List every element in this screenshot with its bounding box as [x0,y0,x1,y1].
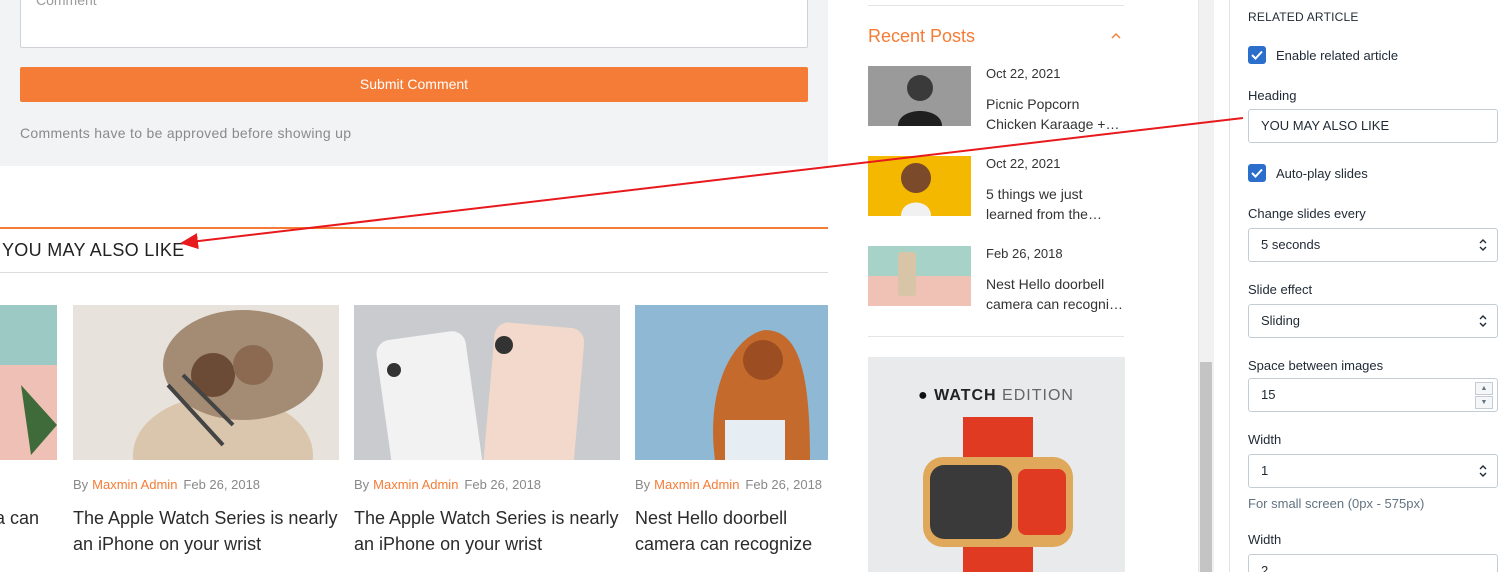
recent-post-date: Feb 26, 2018 [986,246,1063,261]
recent-post-title[interactable]: Nest Hello doorbell camera can recogni… [986,274,1126,314]
recent-post-date: Oct 22, 2021 [986,66,1061,81]
recent-post-image[interactable] [868,156,971,216]
enable-related-checkbox[interactable] [1248,46,1266,64]
author-link[interactable]: Maxmin Admin [92,477,177,492]
select-arrows-icon [1479,465,1487,477]
related-card-title[interactable]: a can [0,505,39,557]
preview-scrollbar-thumb[interactable] [1200,362,1212,572]
related-card-image[interactable] [0,305,57,460]
related-card[interactable]: a can [0,305,57,572]
width-select[interactable]: 1 [1248,454,1498,488]
slide-effect-value: Sliding [1261,313,1301,328]
related-card-image[interactable] [73,305,339,460]
select-arrows-icon [1479,315,1487,327]
author-link[interactable]: Maxmin Admin [654,477,739,492]
recent-post-item[interactable]: Oct 22, 2021 Picnic Popcorn Chicken Kara… [868,66,1128,136]
heading-input[interactable]: YOU MAY ALSO LIKE [1248,109,1498,143]
settings-panel: RELATED ARTICLE Enable related article H… [1229,0,1510,572]
width-select-2[interactable]: 2 [1248,554,1498,572]
post-date: Feb 26, 2018 [183,477,261,492]
related-divider-bottom [0,272,828,273]
space-number-input[interactable]: 15 ▲ ▼ [1248,378,1498,412]
space-value: 15 [1261,387,1276,402]
recent-post-title[interactable]: 5 things we just learned from the… [986,184,1126,224]
related-card[interactable]: By Maxmin Admin Feb 26, 2018 Nest Hello do… [635,305,828,572]
related-card-title[interactable]: The Apple Watch Series is nearly an iPho… [354,505,620,557]
space-label: Space between images [1248,358,1384,373]
post-date: Feb 26, 2018 [745,477,823,492]
stepper-up-icon[interactable]: ▲ [1475,382,1493,395]
sidebar-divider [868,5,1124,6]
enable-related-label: Enable related article [1276,47,1399,63]
related-card-meta: By Maxmin Admin Feb 26, 2018 [73,477,260,492]
submit-comment-button[interactable]: Submit Comment [20,67,808,102]
byline-prefix: By [73,477,89,492]
related-card[interactable]: By Maxmin Admin Feb 26, 2018 The Apple Wat… [73,305,339,572]
recent-post-item[interactable]: Oct 22, 2021 5 things we just learned fr… [868,156,1128,226]
comment-textarea[interactable]: Comment [20,0,808,48]
related-card-image[interactable] [354,305,620,460]
recent-post-title[interactable]: Picnic Popcorn Chicken Karaage +… [986,94,1126,134]
watch-image [923,417,1073,572]
apple-watch-ad-banner[interactable]: ● WATCH EDITION [868,357,1125,572]
select-arrows-icon [1479,239,1487,251]
recent-post-date: Oct 22, 2021 [986,156,1061,171]
change-slides-label: Change slides every [1248,206,1366,221]
autoplay-checkbox-row[interactable]: Auto-play slides [1248,164,1368,182]
post-date: Feb 26, 2018 [464,477,542,492]
section-heading: RELATED ARTICLE [1248,10,1359,24]
width-label: Width [1248,432,1282,447]
related-card[interactable]: By Maxmin Admin Feb 26, 2018 The Apple Wat… [354,305,620,572]
slide-effect-select[interactable]: Sliding [1248,304,1498,338]
related-card-meta: By Maxmin Admin Feb 26, 2018 [354,477,541,492]
slide-effect-label: Slide effect [1248,282,1313,297]
recent-posts-title: Recent Posts [868,26,976,46]
change-slides-select[interactable]: 5 seconds [1248,228,1498,262]
width-label-2: Width [1248,532,1282,547]
byline-prefix: By [354,477,370,492]
check-icon [1251,168,1263,178]
related-card-title[interactable]: Nest Hello doorbell camera can recognize… [635,505,828,557]
recent-post-image[interactable] [868,66,971,126]
chevron-up-icon[interactable] [1110,30,1122,42]
related-card-title[interactable]: The Apple Watch Series is nearly an iPho… [73,505,339,557]
check-icon [1251,50,1263,60]
width-help-text: For small screen (0px - 575px) [1248,496,1425,511]
width-value: 1 [1261,463,1269,478]
enable-related-checkbox-row[interactable]: Enable related article [1248,46,1398,64]
change-slides-value: 5 seconds [1261,237,1321,252]
stepper-down-icon[interactable]: ▼ [1475,396,1493,409]
related-divider-top [0,227,828,229]
autoplay-checkbox[interactable] [1248,164,1266,182]
comment-form: Comment Submit Comment Comments have to … [0,0,828,166]
sidebar-divider [868,336,1124,337]
theme-preview: Comment Submit Comment Comments have to … [0,0,1200,572]
byline-prefix: By [635,477,651,492]
width-value-2: 2 [1261,563,1269,572]
related-heading: YOU MAY ALSO LIKE [2,240,185,260]
author-link[interactable]: Maxmin Admin [373,477,458,492]
recent-post-item[interactable]: Feb 26, 2018 Nest Hello doorbell camera … [868,246,1128,316]
number-stepper[interactable]: ▲ ▼ [1475,382,1495,410]
heading-label: Heading [1248,88,1297,103]
recent-post-image[interactable] [868,246,971,306]
autoplay-label: Auto-play slides [1276,165,1368,181]
related-card-image[interactable] [635,305,828,460]
blog-sidebar: Recent Posts Oct 22, 2021 Picnic Popcorn… [848,0,1198,572]
related-card-meta: By Maxmin Admin Feb 26, 2018 [635,477,822,492]
comment-approval-note: Comments have to be approved before show… [20,125,352,141]
